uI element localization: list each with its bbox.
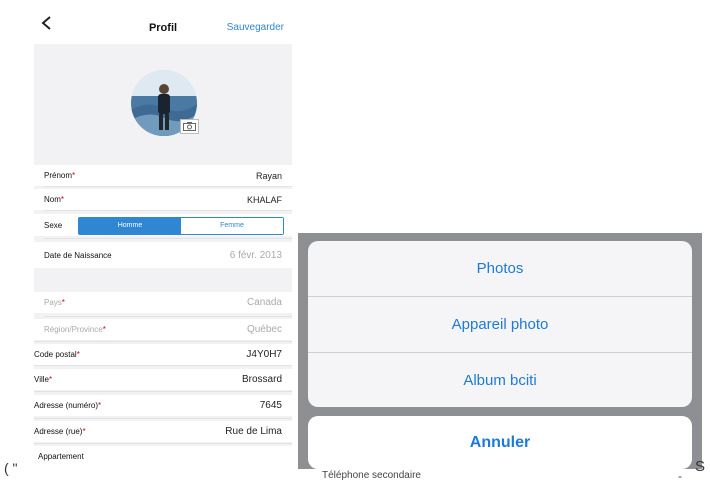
divider [44,238,292,239]
naissance-label: Date de Naissance [44,250,112,260]
divider [44,186,292,187]
profile-screen: Profil Sauvegarder Prénom* Rayan Nom* KH… [34,0,292,466]
camera-icon[interactable] [180,119,199,134]
divider [44,316,292,317]
adresse-numero-row[interactable]: Adresse (numéro)* 7645 [34,395,292,416]
appartement-row[interactable]: Appartement [34,446,292,466]
region-value[interactable]: Québec [247,324,282,335]
code-postal-label: Code postal* [34,350,80,359]
ville-value[interactable]: Brossard [242,374,282,385]
action-sheet: Photos Appareil photo Album bciti [308,241,692,407]
nav-bar: Profil Sauvegarder [34,0,292,44]
segment-femme[interactable]: Femme [181,218,283,234]
appartement-label: Appartement [38,451,84,461]
ville-row[interactable]: Ville* Brossard [34,369,292,390]
prenom-label: Prénom* [44,171,76,180]
nom-row[interactable]: Nom* KHALAF [34,189,292,210]
adresse-numero-label: Adresse (numéro)* [34,401,102,410]
adresse-rue-value[interactable]: Rue de Lima [225,426,282,437]
cancel-button[interactable]: Annuler [308,416,692,469]
sexe-segmented-control[interactable]: Homme Femme [78,217,284,235]
camera-option[interactable]: Appareil photo [308,297,692,352]
pays-row[interactable]: Pays* Canada [34,292,292,313]
photo-action-sheet-screen: Photos Appareil photo Album bciti Annule… [298,233,702,484]
adresse-rue-label: Adresse (rue)* [34,427,86,436]
caption-left: ( " [4,460,18,476]
adresse-numero-value[interactable]: 7645 [260,400,282,411]
naissance-row[interactable]: Date de Naissance 6 févr. 2013 [34,242,292,268]
divider [34,341,292,342]
prenom-value[interactable]: Rayan [256,171,282,181]
pays-label: Pays* [44,298,65,307]
save-button[interactable]: Sauvegarder [227,22,284,33]
code-postal-row[interactable]: Code postal* J4Y0H7 [34,344,292,365]
divider [34,365,292,366]
secondary-phone-label: Téléphone secondaire [322,470,421,481]
naissance-value[interactable]: 6 févr. 2013 [230,250,282,261]
divider [34,418,292,419]
pays-value[interactable]: Canada [247,297,282,308]
prenom-row[interactable]: Prénom* Rayan [34,165,292,186]
secondary-phone-value: - [678,469,682,483]
nom-value[interactable]: KHALAF [247,195,282,205]
photos-option[interactable]: Photos [308,241,692,296]
region-label: Région/Province* [44,325,106,334]
ville-label: Ville* [34,375,53,384]
divider [44,210,292,211]
code-postal-value[interactable]: J4Y0H7 [246,349,282,360]
nom-label: Nom* [44,195,65,204]
caption-right: S [695,458,706,475]
adresse-rue-row[interactable]: Adresse (rue)* Rue de Lima [34,421,292,442]
album-option[interactable]: Album bciti [308,353,692,407]
divider [34,391,292,392]
region-row[interactable]: Région/Province* Québec [34,319,292,340]
sexe-label: Sexe [44,220,63,230]
segment-homme[interactable]: Homme [79,218,181,234]
divider [34,443,292,444]
